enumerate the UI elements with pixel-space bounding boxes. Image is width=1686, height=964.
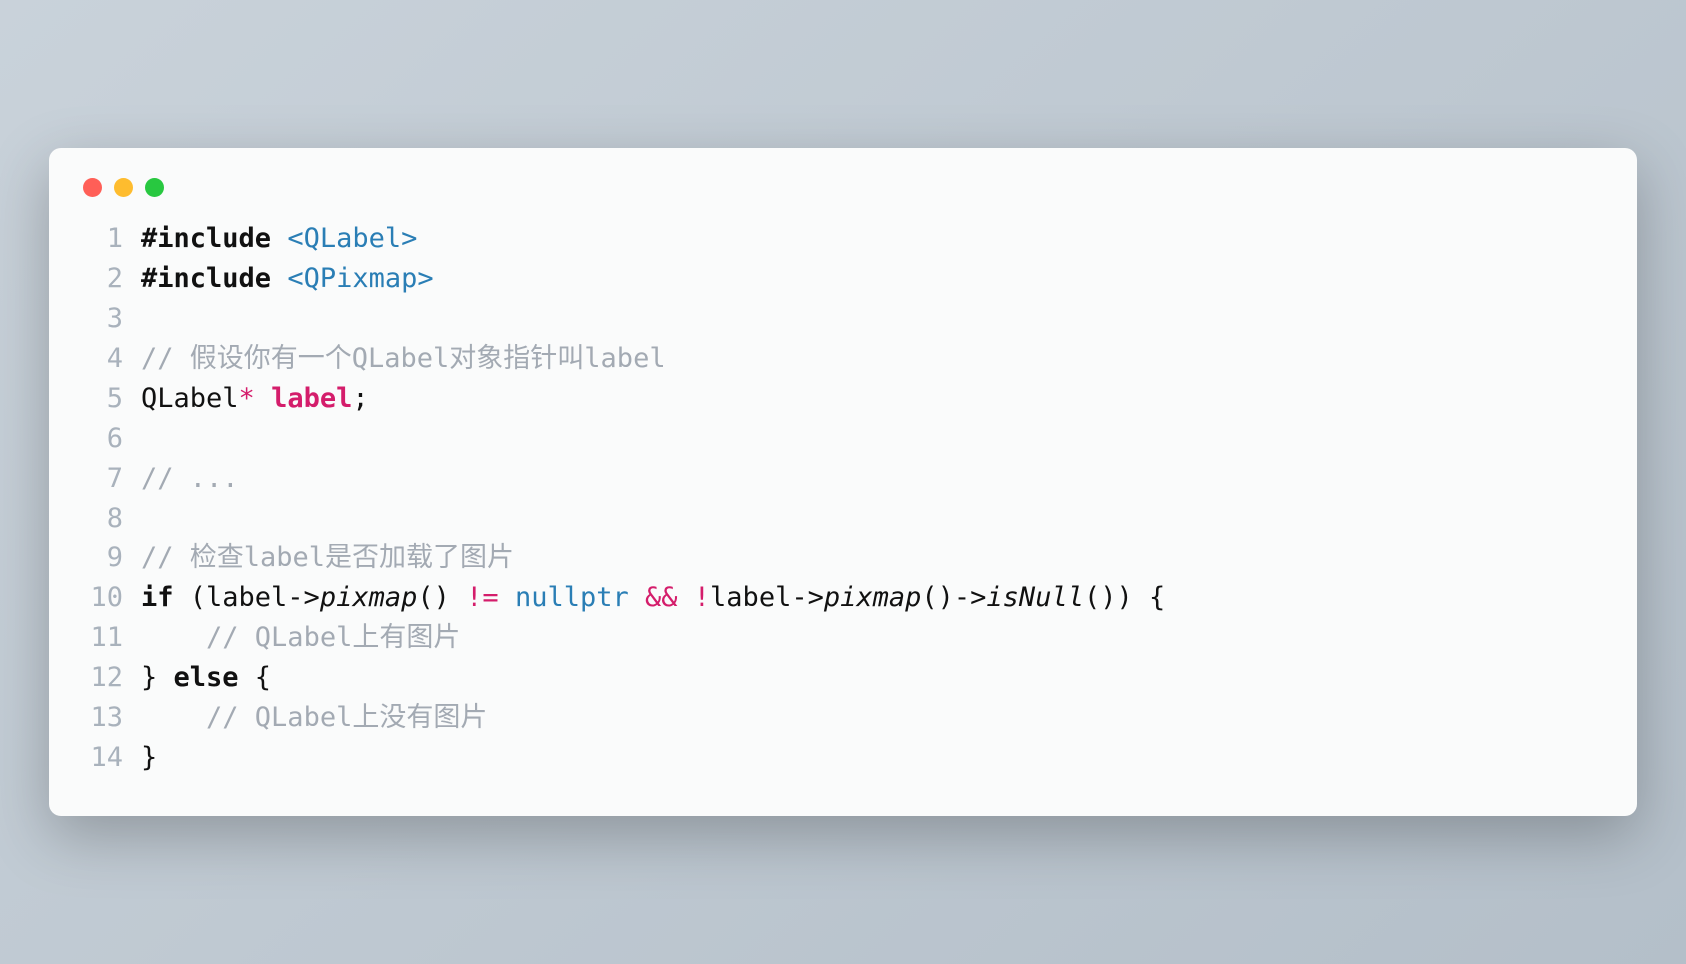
line-content: // QLabel上没有图片 bbox=[141, 698, 1603, 738]
line-number: 1 bbox=[83, 219, 141, 259]
code-line: 10if (label->pixmap() != nullptr && !lab… bbox=[83, 578, 1603, 618]
line-number: 9 bbox=[83, 538, 141, 578]
line-number: 10 bbox=[83, 578, 141, 618]
code-line: 14} bbox=[83, 738, 1603, 778]
line-number: 13 bbox=[83, 698, 141, 738]
line-content: if (label->pixmap() != nullptr && !label… bbox=[141, 578, 1603, 618]
line-content: // ... bbox=[141, 459, 1603, 499]
code-window: 1#include <QLabel>2#include <QPixmap>34/… bbox=[49, 148, 1637, 816]
close-icon[interactable] bbox=[83, 178, 102, 197]
line-number: 3 bbox=[83, 299, 141, 339]
line-number: 12 bbox=[83, 658, 141, 698]
code-line: 13 // QLabel上没有图片 bbox=[83, 698, 1603, 738]
code-line: 3 bbox=[83, 299, 1603, 339]
code-line: 8 bbox=[83, 499, 1603, 539]
code-line: 12} else { bbox=[83, 658, 1603, 698]
line-number: 2 bbox=[83, 259, 141, 299]
code-block: 1#include <QLabel>2#include <QPixmap>34/… bbox=[49, 219, 1637, 778]
line-content bbox=[141, 419, 1603, 459]
code-line: 5QLabel* label; bbox=[83, 379, 1603, 419]
line-content: } else { bbox=[141, 658, 1603, 698]
code-line: 7// ... bbox=[83, 459, 1603, 499]
line-content: } bbox=[141, 738, 1603, 778]
line-number: 4 bbox=[83, 339, 141, 379]
line-number: 11 bbox=[83, 618, 141, 658]
line-number: 7 bbox=[83, 459, 141, 499]
line-number: 8 bbox=[83, 499, 141, 539]
code-line: 6 bbox=[83, 419, 1603, 459]
line-content: #include <QPixmap> bbox=[141, 259, 1603, 299]
code-line: 4// 假设你有一个QLabel对象指针叫label bbox=[83, 339, 1603, 379]
line-number: 14 bbox=[83, 738, 141, 778]
line-number: 5 bbox=[83, 379, 141, 419]
line-content: // 检查label是否加载了图片 bbox=[141, 538, 1603, 578]
code-line: 2#include <QPixmap> bbox=[83, 259, 1603, 299]
line-content bbox=[141, 299, 1603, 339]
line-content: QLabel* label; bbox=[141, 379, 1603, 419]
line-content: #include <QLabel> bbox=[141, 219, 1603, 259]
zoom-icon[interactable] bbox=[145, 178, 164, 197]
code-line: 11 // QLabel上有图片 bbox=[83, 618, 1603, 658]
line-content bbox=[141, 499, 1603, 539]
code-line: 9// 检查label是否加载了图片 bbox=[83, 538, 1603, 578]
window-controls bbox=[49, 178, 1637, 219]
line-number: 6 bbox=[83, 419, 141, 459]
line-content: // QLabel上有图片 bbox=[141, 618, 1603, 658]
line-content: // 假设你有一个QLabel对象指针叫label bbox=[141, 339, 1603, 379]
code-line: 1#include <QLabel> bbox=[83, 219, 1603, 259]
minimize-icon[interactable] bbox=[114, 178, 133, 197]
